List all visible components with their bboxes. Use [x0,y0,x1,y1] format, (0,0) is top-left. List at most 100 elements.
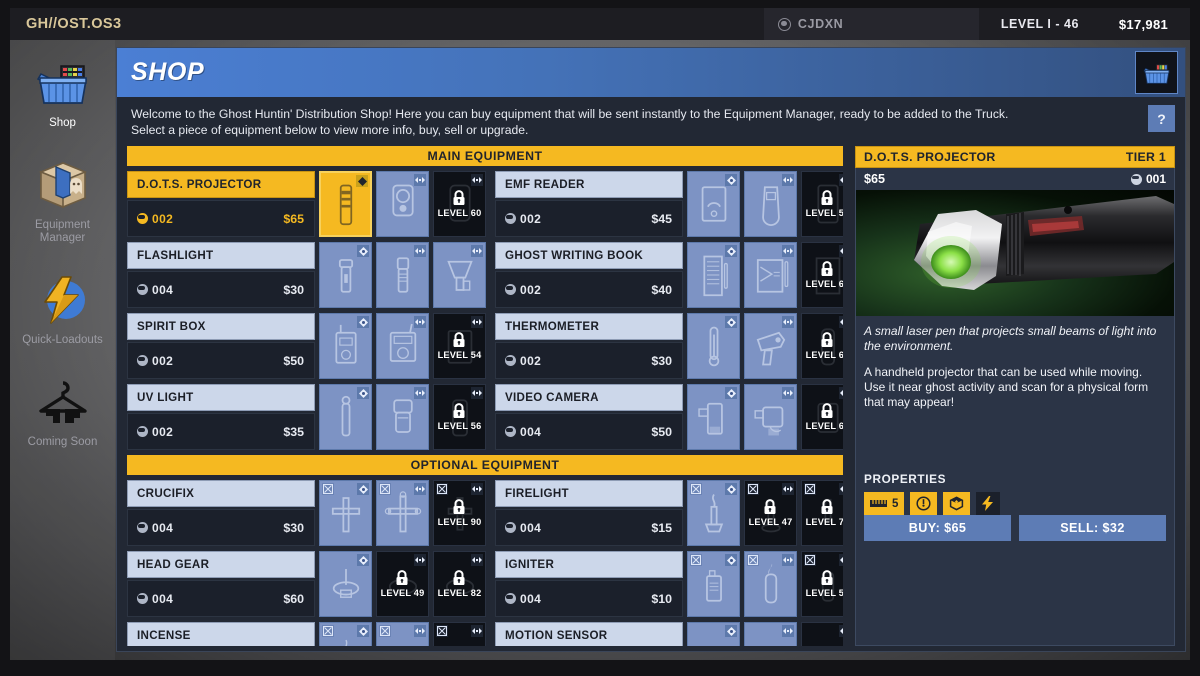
equipment-item[interactable]: IGNITER 004 $10 LEVEL 57 [495,551,843,617]
tier-2-button[interactable] [744,384,797,450]
equipment-item-info[interactable]: UV LIGHT 002 $35 [127,384,315,450]
equipment-item[interactable]: SPIRIT BOX 002 $50 LEVEL 54 [127,313,486,379]
equipment-item-name[interactable]: FLASHLIGHT [127,242,315,269]
user-chip[interactable]: CJDXN [763,8,979,40]
equipment-item[interactable]: FLASHLIGHT 004 $30 [127,242,486,308]
tier-1-button[interactable] [687,313,740,379]
equipment-item[interactable]: FIRELIGHT 004 $15 LEVEL 47 LEVEL 79 [495,480,843,546]
equipment-item[interactable]: HEAD GEAR 004 $60 LEVEL 49 LEVEL 82 [127,551,486,617]
equipment-item-name[interactable]: INCENSE [127,622,315,646]
equipment-item-name[interactable]: VIDEO CAMERA [495,384,683,411]
property-range[interactable]: 5 [864,492,905,515]
equipment-column: D.O.T.S. PROJECTOR 002 $65 LEVEL 60 [127,171,486,242]
sell-button[interactable]: SELL: $32 [1019,515,1166,541]
tier-2-button[interactable] [744,242,797,308]
equipment-item-info[interactable]: D.O.T.S. PROJECTOR 002 $65 [127,171,315,237]
equipment-item-info[interactable]: IGNITER 004 $10 [495,551,683,617]
tier-3-button[interactable]: LEVEL 63 [801,242,843,308]
tier-3-button[interactable]: LEVEL 82 [433,551,486,617]
sidebar-item-equipment-manager[interactable]: Equipment Manager [10,156,115,245]
equipment-item-name[interactable]: MOTION SENSOR [495,622,683,646]
tier-2-button[interactable] [376,313,429,379]
tier-3-button[interactable]: LEVEL 90 [433,480,486,546]
tier-2-button[interactable] [744,622,797,646]
equipment-item-info[interactable]: SPIRIT BOX 002 $50 [127,313,315,379]
equipment-item-info[interactable]: VIDEO CAMERA 004 $50 [495,384,683,450]
tier-2-button[interactable] [376,480,429,546]
equipment-item-info[interactable]: FLASHLIGHT 004 $30 [127,242,315,308]
equipment-item-name[interactable]: FIRELIGHT [495,480,683,507]
tier-1-button[interactable] [319,242,372,308]
equipment-item[interactable]: GHOST WRITING BOOK 002 $40 LEVEL 63 [495,242,843,308]
equipment-item[interactable]: MOTION SENSOR [495,622,843,646]
tier-list: LEVEL 61 [687,384,843,450]
equipment-item-info[interactable]: HEAD GEAR 004 $60 [127,551,315,617]
equipment-item-name[interactable]: CRUCIFIX [127,480,315,507]
tier-3-button[interactable]: LEVEL 60 [433,171,486,237]
consumable-badge-icon [436,625,448,637]
equipment-item[interactable]: THERMOMETER 002 $30 LEVEL 64 [495,313,843,379]
tier-1-button[interactable] [319,313,372,379]
sidebar-item-shop[interactable]: Shop [10,54,115,130]
tier-3-button[interactable] [433,622,486,646]
equipment-item-info[interactable]: CRUCIFIX 004 $30 [127,480,315,546]
equipment-item-info[interactable]: MOTION SENSOR [495,622,683,646]
tier-3-button[interactable]: LEVEL 57 [801,551,843,617]
tier-2-button[interactable] [744,171,797,237]
equipment-item-name[interactable]: GHOST WRITING BOOK [495,242,683,269]
equipment-item-name[interactable]: SPIRIT BOX [127,313,315,340]
equipment-item[interactable]: INCENSE [127,622,486,646]
tier-3-button[interactable]: LEVEL 79 [801,480,843,546]
tier-1-button[interactable] [319,622,372,646]
property-pickup[interactable] [943,492,971,515]
tier-1-button[interactable] [319,480,372,546]
equipment-item-name[interactable]: UV LIGHT [127,384,315,411]
equipment-item-name[interactable]: EMF READER [495,171,683,198]
equipment-item-name[interactable]: IGNITER [495,551,683,578]
equipment-item-name[interactable]: D.O.T.S. PROJECTOR [127,171,315,198]
sidebar-item-quick-loadouts[interactable]: Quick-Loadouts [10,271,115,347]
property-duration[interactable] [910,492,938,515]
tier-2-button[interactable] [376,384,429,450]
tier-2-button[interactable] [376,622,429,646]
help-button[interactable]: ? [1148,105,1175,132]
tier-3-button[interactable]: LEVEL 56 [433,384,486,450]
equipment-item-info[interactable]: FIRELIGHT 004 $15 [495,480,683,546]
equipment-item-info[interactable]: GHOST WRITING BOOK 002 $40 [495,242,683,308]
tier-1-button[interactable] [319,384,372,450]
equipment-item-name[interactable]: THERMOMETER [495,313,683,340]
tier-1-button[interactable] [319,551,372,617]
sidebar-item-coming-soon[interactable]: Coming Soon [10,373,115,449]
equipment-item-name[interactable]: HEAD GEAR [127,551,315,578]
equipment-item[interactable]: VIDEO CAMERA 004 $50 LEVEL 61 [495,384,843,450]
tier-2-button[interactable]: LEVEL 49 [376,551,429,617]
tier-2-button[interactable]: LEVEL 47 [744,480,797,546]
tier-1-button[interactable] [687,622,740,646]
tier-1-button[interactable] [687,242,740,308]
equipment-item[interactable]: UV LIGHT 002 $35 LEVEL 56 [127,384,486,450]
equipment-item-info[interactable]: INCENSE [127,622,315,646]
tier-1-button[interactable] [687,384,740,450]
tier-1-button[interactable] [687,171,740,237]
equipment-item-info[interactable]: THERMOMETER 002 $30 [495,313,683,379]
equipment-item[interactable]: D.O.T.S. PROJECTOR 002 $65 LEVEL 60 [127,171,486,237]
equipment-item-info[interactable]: EMF READER 002 $45 [495,171,683,237]
tier-1-button[interactable] [319,171,372,237]
equipment-item[interactable]: EMF READER 002 $45 LEVEL 52 [495,171,843,237]
equipment-catalog[interactable]: MAIN EQUIPMENT D.O.T.S. PROJECTOR 002 $65 LE… [127,146,843,646]
tier-3-button[interactable] [801,622,843,646]
tier-3-button[interactable] [433,242,486,308]
tier-2-button[interactable] [744,551,797,617]
tier-3-button[interactable]: LEVEL 52 [801,171,843,237]
tier-2-button[interactable] [376,171,429,237]
tier-3-button[interactable]: LEVEL 64 [801,313,843,379]
tier-1-button[interactable] [687,480,740,546]
property-electric[interactable] [976,492,1001,515]
tier-3-button[interactable]: LEVEL 54 [433,313,486,379]
tier-2-button[interactable] [376,242,429,308]
equipment-item[interactable]: CRUCIFIX 004 $30 LEVEL 90 [127,480,486,546]
tier-2-button[interactable] [744,313,797,379]
buy-button[interactable]: BUY: $65 [864,515,1011,541]
tier-3-button[interactable]: LEVEL 61 [801,384,843,450]
tier-1-button[interactable] [687,551,740,617]
